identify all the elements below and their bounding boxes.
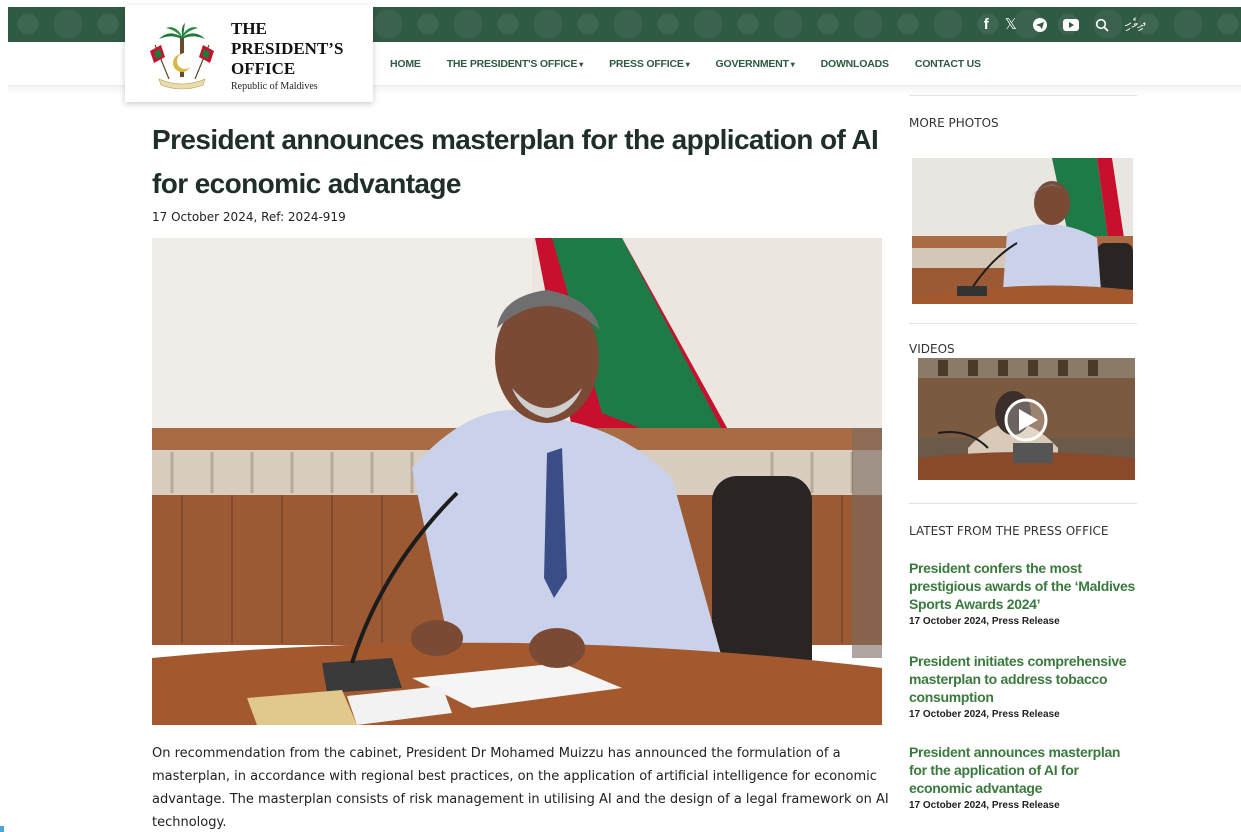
news-item[interactable]: President confers the most prestigious a… <box>909 559 1139 627</box>
videos-heading: VIDEOS <box>909 342 955 356</box>
article-body: On recommendation from the cabinet, Pres… <box>152 746 889 830</box>
state-emblem-icon <box>150 23 214 90</box>
nav-presidents-office-label: THE PRESIDENT'S OFFICE <box>446 58 578 70</box>
news-item[interactable]: President initiates comprehensive master… <box>909 652 1139 720</box>
main-nav: HOME THE PRESIDENT'S OFFICE ▾ PRESS OFFIC… <box>390 42 981 86</box>
nav-government[interactable]: GOVERNMENT ▾ <box>716 58 795 70</box>
youtube-icon[interactable] <box>1062 7 1079 42</box>
logo-line-1: THE <box>231 19 267 38</box>
chevron-down-icon: ▾ <box>685 60 690 69</box>
chevron-down-icon: ▾ <box>790 60 795 69</box>
logo-line-2: PRESIDENT’S <box>231 39 344 58</box>
more-photos-thumbnail[interactable] <box>912 158 1133 304</box>
news-headline[interactable]: President confers the most prestigious a… <box>909 559 1139 613</box>
more-photos-heading: MORE PHOTOS <box>909 116 999 130</box>
search-icon[interactable] <box>1095 7 1109 42</box>
news-item[interactable]: President announces masterplan for the a… <box>909 743 1139 811</box>
sidebar-divider <box>909 323 1137 324</box>
logo-line-3: OFFICE <box>231 59 296 78</box>
nav-government-label: GOVERNMENT <box>715 58 789 70</box>
facebook-icon[interactable]: f <box>984 7 989 42</box>
chevron-down-icon: ▾ <box>579 60 584 69</box>
news-headline[interactable]: President initiates comprehensive master… <box>909 652 1139 706</box>
nav-home[interactable]: HOME <box>390 58 421 70</box>
article-meta: 17 October 2024, Ref: 2024-919 <box>152 210 346 224</box>
latest-press-heading: LATEST FROM THE PRESS OFFICE <box>909 524 1109 538</box>
nav-home-label: HOME <box>390 58 421 70</box>
language-toggle[interactable]: ދިވެހި <box>1125 7 1145 42</box>
nav-contact-us[interactable]: CONTACT US <box>915 58 981 70</box>
site-logo[interactable]: THE PRESIDENT’S OFFICE Republic of Maldi… <box>125 5 373 102</box>
nav-press-office[interactable]: PRESS OFFICE ▾ <box>609 58 690 70</box>
nav-contact-us-label: CONTACT US <box>914 58 981 70</box>
nav-downloads-label: DOWNLOADS <box>820 58 889 70</box>
hero-photo[interactable] <box>152 238 882 725</box>
social-bar: f 𝕏 ދިވެހި <box>984 7 1145 42</box>
telegram-icon[interactable] <box>1032 7 1047 42</box>
nav-downloads[interactable]: DOWNLOADS <box>821 58 889 70</box>
news-date: 17 October 2024, Press Release <box>909 800 1060 811</box>
news-headline[interactable]: President announces masterplan for the a… <box>909 743 1139 797</box>
news-date: 17 October 2024, Press Release <box>909 709 1060 720</box>
sidebar-divider <box>909 503 1137 504</box>
nav-presidents-office[interactable]: THE PRESIDENT'S OFFICE ▾ <box>446 58 584 70</box>
x-icon[interactable]: 𝕏 <box>1005 7 1017 42</box>
window-edge <box>0 826 4 832</box>
nav-press-office-label: PRESS OFFICE <box>609 58 684 70</box>
video-thumbnail[interactable] <box>918 358 1135 480</box>
logo-subtitle: Republic of Maldives <box>231 81 318 92</box>
sidebar-divider <box>909 95 1137 96</box>
page-title: President announces masterplan for the a… <box>152 124 879 199</box>
news-date: 17 October 2024, Press Release <box>909 616 1060 627</box>
